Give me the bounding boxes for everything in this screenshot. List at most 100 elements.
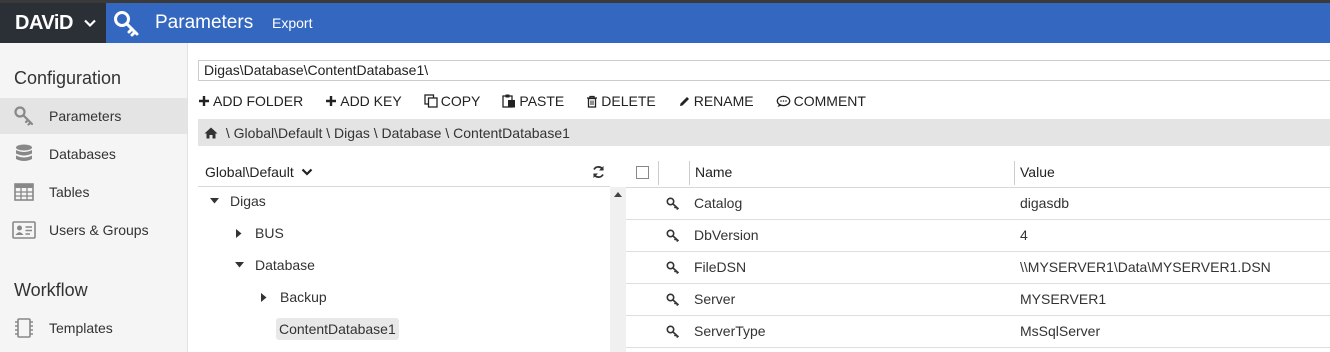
- add-key-button[interactable]: ADD KEY: [325, 93, 402, 109]
- rename-button[interactable]: RENAME: [678, 93, 754, 109]
- breadcrumb: \ Global\Default \ Digas \ Database \ Co…: [198, 119, 1330, 146]
- sidebar: Configuration Parameters Databases Table…: [0, 43, 188, 352]
- sidebar-item-label: Users & Groups: [49, 222, 149, 238]
- refresh-icon[interactable]: [592, 165, 605, 179]
- sidebar-item-tables[interactable]: Tables: [0, 174, 187, 210]
- trash-icon: [587, 95, 598, 108]
- grid-header: Name Value: [626, 158, 1330, 188]
- tree-node-database[interactable]: Database: [233, 253, 315, 277]
- delete-label: DELETE: [601, 93, 656, 109]
- workflow-section-title: Workflow: [14, 280, 88, 300]
- configuration-section-title: Configuration: [14, 68, 122, 88]
- key-icon: [666, 197, 680, 210]
- copy-button[interactable]: COPY: [424, 93, 481, 109]
- comment-label: COMMENT: [793, 93, 866, 109]
- pencil-icon: [679, 96, 689, 106]
- column-header-value[interactable]: Value: [1020, 164, 1055, 180]
- chevron-down-icon: [84, 19, 96, 28]
- table-row[interactable]: Catalog digasdb: [626, 188, 1330, 220]
- brand-logo: DAViD: [15, 11, 73, 34]
- caret-down-icon[interactable]: [208, 198, 220, 204]
- row-value: MYSERVER1: [1020, 291, 1107, 307]
- toolbar: ADD FOLDER ADD KEY COPY PASTE DELETE REN…: [198, 90, 888, 112]
- tree-node-bus[interactable]: BUS: [233, 221, 284, 245]
- tree-node-digas[interactable]: Digas: [208, 189, 266, 213]
- sidebar-item-label: Tables: [49, 184, 90, 200]
- comment-button[interactable]: COMMENT: [776, 93, 866, 109]
- app-header: DAViD Parameters Export: [0, 3, 1330, 43]
- delete-button[interactable]: DELETE: [586, 93, 656, 109]
- template-icon: [12, 317, 36, 339]
- sidebar-item-label: Databases: [49, 146, 116, 162]
- key-icon: [666, 261, 680, 274]
- key-icon: [666, 229, 680, 242]
- row-name: Server: [694, 291, 736, 307]
- tree-scrollbar[interactable]: [610, 187, 626, 352]
- select-all-checkbox[interactable]: [636, 166, 649, 179]
- comment-icon: [776, 95, 790, 107]
- sidebar-item-label: Parameters: [49, 108, 122, 124]
- table-row[interactable]: FileDSN \\MYSERVER1\Data\MYSERVER1.DSN: [626, 252, 1330, 284]
- sidebar-item-label: Templates: [49, 320, 113, 336]
- breadcrumb-global-default[interactable]: \ Global\Default: [222, 125, 323, 141]
- row-name: ServerType: [694, 323, 766, 339]
- sidebar-item-templates[interactable]: Templates: [0, 310, 187, 346]
- sidebar-item-users-groups[interactable]: Users & Groups: [0, 212, 187, 248]
- copy-label: COPY: [440, 93, 481, 109]
- table-row[interactable]: ServerType MsSqlServer: [626, 316, 1330, 348]
- tree-node-label: Digas: [230, 193, 266, 209]
- row-name: FileDSN: [694, 259, 747, 275]
- table-row[interactable]: Server MYSERVER1: [626, 284, 1330, 316]
- export-link[interactable]: Export: [272, 15, 312, 31]
- caret-down-icon[interactable]: [233, 262, 245, 268]
- add-folder-button[interactable]: ADD FOLDER: [198, 93, 303, 109]
- caret-right-icon[interactable]: [258, 292, 270, 302]
- tree-node-label: Database: [255, 257, 315, 273]
- tree-node-label: BUS: [255, 225, 284, 241]
- key-icon: [12, 105, 36, 127]
- table-row[interactable]: DbVersion 4: [626, 220, 1330, 252]
- breadcrumb-contentdatabase1[interactable]: \ ContentDatabase1: [441, 125, 570, 141]
- tree-node-backup[interactable]: Backup: [258, 285, 327, 309]
- id-card-icon: [12, 219, 36, 241]
- column-divider: [1014, 161, 1015, 185]
- tree-header: Global\Default: [198, 158, 610, 187]
- row-name: DbVersion: [694, 227, 759, 243]
- path-input[interactable]: Digas\Database\ContentDatabase1\: [198, 60, 1330, 81]
- tree-node-label: Backup: [280, 289, 327, 305]
- database-icon: [12, 143, 36, 165]
- column-divider: [689, 161, 690, 185]
- rename-label: RENAME: [693, 93, 754, 109]
- row-value: 4: [1020, 227, 1028, 243]
- breadcrumb-database[interactable]: \ Database: [370, 125, 442, 141]
- key-icon: [114, 11, 139, 37]
- key-icon: [666, 325, 680, 338]
- row-name: Catalog: [694, 195, 743, 211]
- caret-right-icon[interactable]: [233, 228, 245, 238]
- column-divider: [658, 161, 659, 185]
- row-value: MsSqlServer: [1020, 323, 1101, 339]
- plus-icon: [326, 96, 337, 106]
- breadcrumb-digas[interactable]: \ Digas: [322, 125, 370, 141]
- row-value: digasdb: [1020, 195, 1070, 211]
- root-selector[interactable]: Global\Default: [205, 164, 313, 180]
- tree-node-contentdatabase1[interactable]: ContentDatabase1: [276, 317, 399, 341]
- plus-icon: [199, 96, 209, 106]
- row-value: \\MYSERVER1\Data\MYSERVER1.DSN: [1020, 259, 1271, 275]
- scroll-up-arrow-icon[interactable]: [614, 192, 622, 197]
- paste-icon: [502, 94, 516, 108]
- paste-button[interactable]: PASTE: [502, 93, 564, 109]
- page-title: Parameters: [155, 12, 254, 33]
- add-folder-label: ADD FOLDER: [213, 93, 304, 109]
- home-icon[interactable]: [204, 127, 218, 139]
- key-icon: [666, 293, 680, 306]
- copy-icon: [424, 94, 438, 108]
- sidebar-item-databases[interactable]: Databases: [0, 136, 187, 172]
- sidebar-item-parameters[interactable]: Parameters: [0, 98, 187, 134]
- root-selector-label: Global\Default: [205, 164, 294, 180]
- brand-menu[interactable]: DAViD: [0, 3, 106, 43]
- chevron-down-icon: [301, 168, 312, 176]
- add-key-label: ADD KEY: [340, 93, 402, 109]
- column-header-name[interactable]: Name: [695, 164, 732, 180]
- paste-label: PASTE: [519, 93, 565, 109]
